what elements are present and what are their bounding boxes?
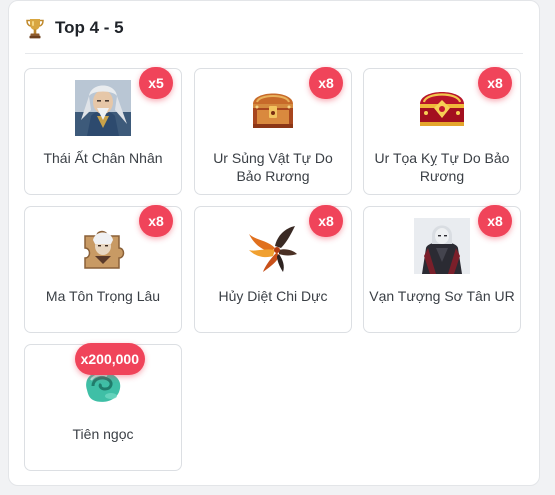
reward-item-name: Ma Tôn Trọng Lâu — [45, 288, 161, 304]
quantity-badge: x8 — [309, 205, 343, 237]
quantity-badge: x8 — [478, 205, 512, 237]
red-gold-chest-icon — [420, 92, 464, 126]
treasure-chest-icon — [253, 93, 293, 128]
reward-item-van-tuong-so-tan-ur[interactable]: x8 Vạn Tượng Sơ Tân UR — [363, 205, 521, 333]
quantity-badge: x200,000 — [74, 343, 145, 375]
quantity-badge: x8 — [309, 67, 343, 99]
rewards-card: Top 4 - 5 x5 Thái Ất Chân Nhân x8 Ur Sủn… — [8, 0, 540, 486]
quantity-badge: x8 — [478, 67, 512, 99]
reward-item-name: Thái Ất Chân Nhân — [43, 150, 163, 166]
reward-item-name: Ur Tọa Kỵ Tự Do Bảo Rương — [374, 150, 510, 184]
reward-item-ma-ton-trong-lau[interactable]: x8 Ma Tôn Trọng Lâu — [24, 205, 182, 333]
reward-item-tien-ngoc[interactable]: x200,000 Tiên ngọc — [24, 343, 182, 471]
section-title: Top 4 - 5 — [55, 18, 124, 37]
hooded-figure-icon — [414, 218, 470, 274]
reward-item-name: Vạn Tượng Sơ Tân UR — [369, 288, 515, 304]
reward-item-huy-diet-chi-duc[interactable]: x8 Hủy Diệt Chi Dực — [194, 205, 352, 333]
quantity-badge: x8 — [139, 205, 173, 237]
reward-item-thai-at-chan-nhan[interactable]: x5 Thái Ất Chân Nhân — [24, 67, 182, 195]
fire-wing-icon — [249, 226, 297, 272]
rewards-header: Top 4 - 5 — [25, 15, 523, 54]
puzzle-piece-icon — [84, 230, 125, 269]
reward-item-ur-sung-vat-chest[interactable]: x8 Ur Sủng Vật Tự Do Bảo Rương — [194, 67, 352, 195]
warrior-portrait-icon — [75, 80, 131, 136]
reward-item-name: Ur Sủng Vật Tự Do Bảo Rương — [213, 150, 333, 184]
trophy-icon — [26, 19, 44, 39]
reward-item-name: Hủy Diệt Chi Dực — [218, 288, 328, 304]
reward-item-ur-toa-ky-chest[interactable]: x8 Ur Tọa Kỵ Tự Do Bảo Rương — [363, 67, 521, 195]
quantity-badge: x5 — [139, 67, 173, 99]
reward-item-name: Tiên ngọc — [72, 426, 134, 442]
